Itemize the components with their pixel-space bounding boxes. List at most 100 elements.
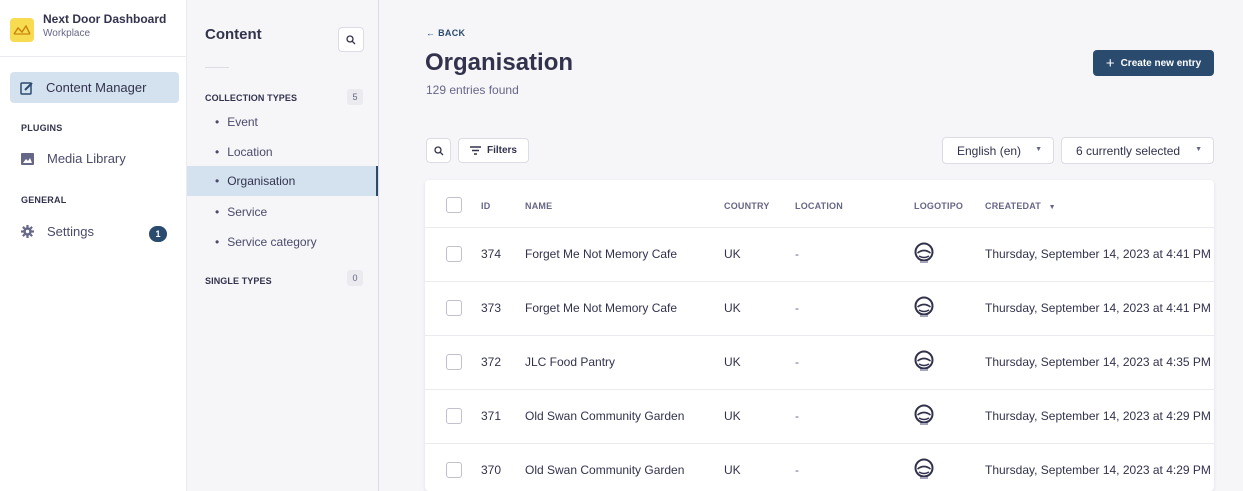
column-header-country[interactable]: COUNTRY — [724, 201, 770, 211]
nav-item-label: Media Library — [47, 151, 126, 166]
filters-button[interactable]: Filters — [458, 138, 529, 163]
app-title: Next Door Dashboard — [43, 12, 167, 26]
nav-item-media-library[interactable]: Media Library — [21, 151, 126, 166]
table-row[interactable]: 370 Old Swan Community Garden UK - Thursday,… — [425, 443, 1214, 491]
columns-select-value: 6 currently selected — [1076, 143, 1181, 158]
cell-id: 374 — [481, 247, 502, 261]
nav-section-plugins: PLUGINS — [21, 123, 63, 133]
cell-name: Forget Me Not Memory Cafe — [525, 301, 678, 315]
cell-id: 372 — [481, 355, 502, 369]
collection-type-location[interactable]: Location — [187, 137, 378, 167]
logotipo-thumbnail-icon — [914, 404, 936, 426]
cell-location: - — [795, 247, 799, 261]
table-row[interactable]: 371 Old Swan Community Garden UK - Thursday,… — [425, 389, 1214, 443]
locale-select[interactable]: English (en) ▼ — [942, 137, 1054, 164]
cell-name: JLC Food Pantry — [525, 355, 616, 369]
subnav-divider — [205, 67, 229, 68]
nav-divider — [0, 56, 187, 57]
column-header-logotipo[interactable]: LOGOTIPO — [914, 201, 963, 211]
columns-select[interactable]: 6 currently selected ▼ — [1061, 137, 1214, 164]
logotipo-thumbnail-icon — [914, 296, 936, 318]
row-checkbox[interactable] — [446, 408, 462, 424]
table-search-button[interactable] — [426, 138, 451, 163]
back-link[interactable]: ← BACK — [426, 28, 465, 38]
content-subnav: Content COLLECTION TYPES 5 Event Locatio… — [187, 0, 379, 491]
cell-createdat: Thursday, September 14, 2023 at 4:41 PM — [985, 247, 1211, 261]
cell-location: - — [795, 463, 799, 477]
row-checkbox[interactable] — [446, 462, 462, 478]
column-header-createdat[interactable]: CREATEDAT ▼ — [985, 201, 1056, 211]
collection-types-count: 5 — [347, 89, 363, 105]
cell-id: 371 — [481, 409, 502, 423]
arrow-left-icon: ← — [426, 28, 436, 38]
cell-name: Old Swan Community Garden — [525, 409, 685, 423]
cell-id: 373 — [481, 301, 502, 315]
back-label: BACK — [438, 28, 466, 38]
column-header-id[interactable]: ID — [481, 201, 490, 211]
filter-icon — [469, 146, 481, 155]
subnav-title: Content — [205, 26, 262, 43]
logotipo-thumbnail-icon — [914, 242, 936, 264]
main-nav: Next Door Dashboard Workplace Content Ma… — [0, 0, 187, 491]
select-all-checkbox[interactable] — [446, 197, 462, 213]
cell-createdat: Thursday, September 14, 2023 at 4:35 PM — [985, 355, 1211, 369]
entries-table: ID NAME COUNTRY LOCATION LOGOTIPO CREATE… — [425, 180, 1214, 491]
nav-item-label: Settings — [47, 224, 94, 239]
logotipo-thumbnail-icon — [914, 350, 936, 372]
filters-label: Filters — [486, 145, 517, 156]
subnav-search-button[interactable] — [338, 27, 364, 52]
caret-down-icon: ▼ — [1195, 146, 1202, 153]
cell-createdat: Thursday, September 14, 2023 at 4:29 PM — [985, 463, 1211, 477]
column-header-location[interactable]: LOCATION — [795, 201, 843, 211]
cell-country: UK — [724, 409, 741, 423]
nav-item-content-manager[interactable]: Content Manager — [10, 72, 179, 103]
collection-types-heading: COLLECTION TYPES — [205, 93, 298, 103]
create-button-label: Create new entry — [1120, 57, 1202, 69]
create-new-entry-button[interactable]: + Create new entry — [1093, 50, 1214, 76]
logotipo-thumbnail-icon — [914, 458, 936, 480]
row-checkbox[interactable] — [446, 300, 462, 316]
search-icon — [433, 145, 443, 155]
table-row[interactable]: 374 Forget Me Not Memory Cafe UK - Thursday,… — [425, 227, 1214, 281]
cell-location: - — [795, 301, 799, 315]
logo-icon — [10, 18, 34, 42]
cell-name: Forget Me Not Memory Cafe — [525, 247, 678, 261]
entries-count: 129 entries found — [426, 83, 519, 97]
image-icon — [21, 152, 34, 165]
search-icon — [346, 34, 356, 44]
column-header-label: CREATEDAT — [985, 201, 1041, 211]
row-checkbox[interactable] — [446, 246, 462, 262]
table-row[interactable]: 373 Forget Me Not Memory Cafe UK - Thursday,… — [425, 281, 1214, 335]
nav-item-settings[interactable]: Settings — [21, 224, 94, 239]
settings-notification-badge: 1 — [149, 226, 167, 242]
collection-type-event[interactable]: Event — [187, 107, 378, 137]
row-checkbox[interactable] — [446, 354, 462, 370]
cell-country: UK — [724, 463, 741, 477]
cell-country: UK — [724, 301, 741, 315]
collection-type-service[interactable]: Service — [187, 197, 378, 227]
table-row[interactable]: 372 JLC Food Pantry UK - Thursday, September… — [425, 335, 1214, 389]
brand[interactable]: Next Door Dashboard Workplace — [10, 12, 166, 42]
single-types-count: 0 — [347, 270, 363, 286]
single-types-heading: SINGLE TYPES — [205, 276, 272, 286]
caret-down-icon: ▼ — [1035, 146, 1042, 153]
cell-location: - — [795, 355, 799, 369]
plus-icon: + — [1105, 54, 1115, 72]
cell-country: UK — [724, 355, 741, 369]
cell-location: - — [795, 409, 799, 423]
column-header-name[interactable]: NAME — [525, 201, 552, 211]
page-title: Organisation — [425, 49, 574, 76]
cell-id: 370 — [481, 463, 502, 477]
edit-icon — [20, 81, 33, 95]
nav-item-label: Content Manager — [46, 80, 147, 95]
collection-type-service-category[interactable]: Service category — [187, 227, 378, 257]
collection-type-organisation[interactable]: Organisation — [187, 166, 378, 196]
gear-icon — [21, 225, 34, 238]
sort-desc-icon: ▼ — [1048, 204, 1056, 211]
workspace-name: Workplace — [43, 28, 91, 39]
cell-country: UK — [724, 247, 741, 261]
cell-createdat: Thursday, September 14, 2023 at 4:29 PM — [985, 409, 1211, 423]
cell-name: Old Swan Community Garden — [525, 463, 685, 477]
locale-select-value: English (en) — [957, 143, 1022, 158]
nav-section-general: GENERAL — [21, 195, 67, 205]
